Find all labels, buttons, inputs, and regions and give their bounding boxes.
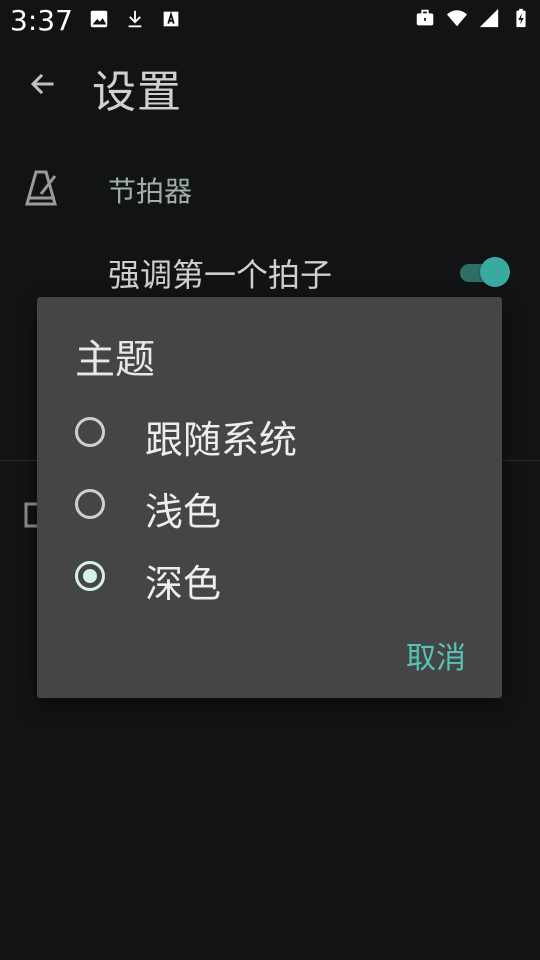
theme-option-light[interactable]: 浅色 [37,469,502,541]
cancel-button[interactable]: 取消 [406,633,466,677]
dialog-title: 主题 [75,337,155,383]
radio-button[interactable] [75,417,105,447]
radio-dot [83,569,97,583]
option-label: 浅色 [145,490,222,534]
theme-option-dark[interactable]: 深色 [37,541,502,613]
option-label: 深色 [145,562,222,606]
radio-button[interactable] [75,489,105,519]
theme-option-system[interactable]: 跟随系统 [37,397,502,469]
option-label: 跟随系统 [145,418,298,462]
theme-dialog: 主题 跟随系统 浅色 深色 取消 [37,297,502,698]
radio-button-selected[interactable] [75,561,105,591]
